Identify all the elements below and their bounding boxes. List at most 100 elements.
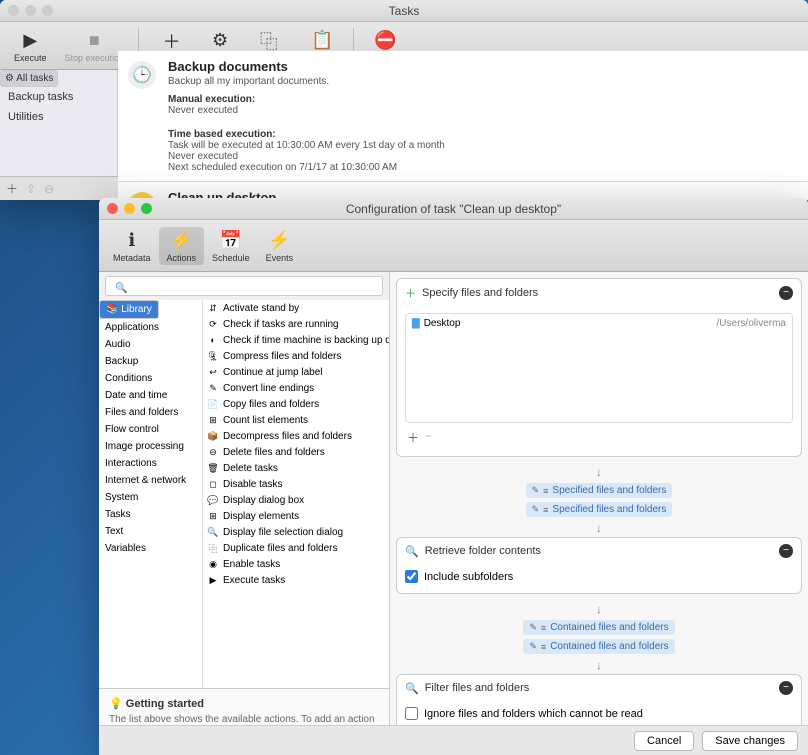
config-window: Configuration of task "Clean up desktop"…: [99, 198, 808, 755]
category-flow-control[interactable]: Flow control: [99, 421, 202, 438]
action-icon: ◐: [207, 334, 219, 346]
tab-actions[interactable]: ⚡Actions: [159, 227, 205, 265]
action-item[interactable]: ⊖Delete files and folders: [203, 444, 389, 460]
category-internet-and-network[interactable]: Internet & network: [99, 472, 202, 489]
panel-specify: ＋ Specify files and folders − ▇Desktop /…: [396, 278, 802, 457]
remove-file-icon[interactable]: −: [425, 429, 432, 446]
sidebar-item-backup-tasks[interactable]: Backup tasks: [0, 87, 117, 107]
action-item[interactable]: 📄Copy files and folders: [203, 396, 389, 412]
pencil-icon: ✎: [529, 641, 537, 652]
action-item[interactable]: ↩Continue at jump label: [203, 364, 389, 380]
search-input[interactable]: [105, 276, 383, 296]
category-backup[interactable]: Backup: [99, 353, 202, 370]
search-icon: 🔍: [115, 283, 127, 294]
category-image-processing[interactable]: Image processing: [99, 438, 202, 455]
main-titlebar: Tasks: [0, 0, 808, 22]
panel-retrieve: 🔍 Retrieve folder contents − Include sub…: [396, 537, 802, 594]
chip-specified-2[interactable]: ✎≡Specified files and folders: [526, 502, 673, 517]
category-audio[interactable]: Audio: [99, 336, 202, 353]
category-files-and-folders[interactable]: Files and folders: [99, 404, 202, 421]
stop-execution-icon: ■: [82, 29, 106, 53]
include-subfolders-checkbox[interactable]: [405, 570, 418, 583]
save-button[interactable]: Save changes: [702, 731, 798, 751]
action-item[interactable]: ⿻Duplicate files and folders: [203, 540, 389, 556]
action-icon: ↩: [207, 366, 219, 378]
file-list: ▇Desktop /Users/oliverma: [405, 313, 793, 423]
task-item[interactable]: 🕒Backup documentsBackup all my important…: [118, 51, 808, 182]
collapse-icon[interactable]: −: [779, 286, 793, 300]
tasks-list: 🕒Backup documentsBackup all my important…: [118, 51, 808, 200]
collapse-icon[interactable]: −: [779, 681, 793, 695]
category-text[interactable]: Text: [99, 523, 202, 540]
action-item[interactable]: ⊞Count list elements: [203, 412, 389, 428]
category-conditions[interactable]: Conditions: [99, 370, 202, 387]
include-subfolders-row[interactable]: Include subfolders: [405, 570, 793, 583]
collapse-icon[interactable]: −: [779, 544, 793, 558]
action-item[interactable]: ▶Execute tasks: [203, 572, 389, 588]
config-footer: Cancel Save changes: [99, 725, 808, 755]
category-variables[interactable]: Variables: [99, 540, 202, 557]
share-icon[interactable]: ⇪: [26, 182, 36, 196]
action-icon: 📦: [207, 430, 219, 442]
action-item[interactable]: ◉Enable tasks: [203, 556, 389, 572]
action-item[interactable]: 💬Display dialog box: [203, 492, 389, 508]
category-system[interactable]: System: [99, 489, 202, 506]
ignore-unreadable-row[interactable]: Ignore files and folders which cannot be…: [405, 707, 793, 720]
events-icon: ⚡: [267, 229, 291, 253]
category-interactions[interactable]: Interactions: [99, 455, 202, 472]
action-item[interactable]: ⇵Activate stand by: [203, 300, 389, 316]
actions-left-pane: 🔍 📚 LibraryApplicationsAudioBackupCondit…: [99, 272, 389, 755]
cancel-button[interactable]: Cancel: [634, 731, 694, 751]
action-item[interactable]: ◻Disable tasks: [203, 476, 389, 492]
chip-specified-1[interactable]: ✎≡Specified files and folders: [526, 483, 673, 498]
category-list: 📚 LibraryApplicationsAudioBackupConditio…: [99, 300, 203, 688]
schedule-icon: 📅: [219, 229, 243, 253]
action-item[interactable]: ✎Convert line endings: [203, 380, 389, 396]
pencil-icon: ✎: [532, 485, 540, 496]
tab-events[interactable]: ⚡Events: [258, 227, 302, 265]
action-icon: ⊖: [207, 446, 219, 458]
action-item[interactable]: 🔍Display file selection dialog: [203, 524, 389, 540]
toolbar-execute-button[interactable]: ▶Execute: [6, 27, 55, 65]
magnify-icon: 🔍: [405, 545, 419, 558]
sidebar-item-all-tasks[interactable]: ⚙ All tasks: [0, 70, 58, 87]
metadata-icon: ℹ: [120, 229, 144, 253]
action-item[interactable]: 📦Decompress files and folders: [203, 428, 389, 444]
help-title: 💡 Getting started: [109, 697, 379, 710]
action-icon: ⟳: [207, 318, 219, 330]
add-file-icon[interactable]: ＋: [407, 429, 419, 446]
tab-schedule[interactable]: 📅Schedule: [204, 227, 258, 265]
tab-metadata[interactable]: ℹMetadata: [105, 227, 159, 265]
task-subtitle: Backup all my important documents.: [168, 76, 798, 87]
action-item[interactable]: ⊞Display elements: [203, 508, 389, 524]
sidebar-item-utilities[interactable]: Utilities: [0, 107, 117, 127]
category-applications[interactable]: Applications: [99, 319, 202, 336]
action-icon: ✎: [207, 382, 219, 394]
remove-icon: ⛔: [373, 29, 397, 53]
add-icon[interactable]: ＋: [6, 180, 18, 197]
action-item[interactable]: ⟳Check if tasks are running: [203, 316, 389, 332]
flow-arrow-icon: ↓: [396, 521, 802, 535]
panel-title: Specify files and folders: [422, 287, 538, 299]
action-icon: ◉: [207, 558, 219, 570]
category-date-and-time[interactable]: Date and time: [99, 387, 202, 404]
action-list: ⇵Activate stand by⟳Check if tasks are ru…: [203, 300, 389, 688]
flow-arrow-icon: ↓: [396, 602, 802, 616]
action-item[interactable]: ◐Check if time machine is backing up dat: [203, 332, 389, 348]
action-icon: ⿻: [207, 542, 219, 554]
minus-icon[interactable]: ⊖: [44, 182, 54, 196]
search-wrap: 🔍: [105, 276, 383, 296]
new-task-icon: ＋: [160, 29, 184, 53]
action-item[interactable]: 🗜Compress files and folders: [203, 348, 389, 364]
ignore-unreadable-checkbox[interactable]: [405, 707, 418, 720]
action-item[interactable]: 🗑Delete tasks: [203, 460, 389, 476]
config-titlebar: Configuration of task "Clean up desktop": [99, 198, 808, 220]
panel-title: Retrieve folder contents: [425, 545, 541, 557]
chip-contained-2[interactable]: ✎≡Contained files and folders: [523, 639, 674, 654]
chip-contained-1[interactable]: ✎≡Contained files and folders: [523, 620, 674, 635]
category-library[interactable]: 📚 Library: [99, 300, 159, 319]
folder-icon: ▇: [412, 318, 420, 329]
category-tasks[interactable]: Tasks: [99, 506, 202, 523]
file-row[interactable]: ▇Desktop /Users/oliverma: [406, 314, 792, 333]
action-icon: 🗜: [207, 350, 219, 362]
